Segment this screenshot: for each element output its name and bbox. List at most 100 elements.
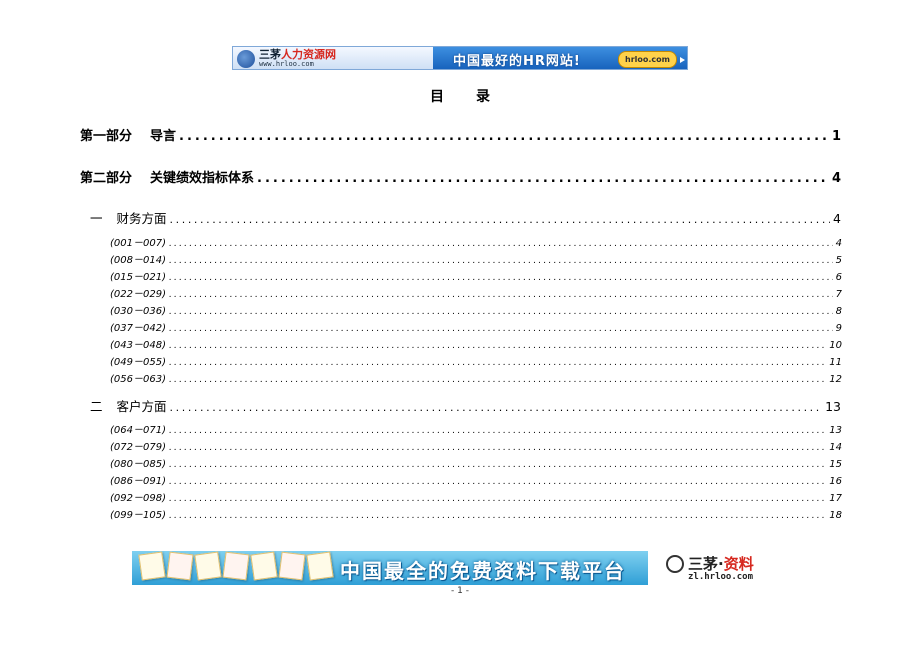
toc-leader-dots xyxy=(169,239,833,249)
toc-entry-page: 18 xyxy=(829,510,842,521)
toc-entry[interactable]: (015－021) 6 xyxy=(110,268,842,283)
toc-entry-label: 二客户方面 xyxy=(90,396,167,415)
toc-entry-label: (064－071) xyxy=(110,421,166,436)
toc-entry[interactable]: (086－091) 16 xyxy=(110,472,842,487)
toc-entry-page: 13 xyxy=(825,399,841,414)
banner-slogan: 中国最好的HR网站! xyxy=(453,54,581,69)
toc-title: 目录 xyxy=(430,89,522,105)
toc-leader-dots xyxy=(169,375,826,385)
toc-entry-page: 17 xyxy=(829,493,842,504)
toc-entry-title: 财务方面 xyxy=(116,211,167,226)
toc-entry-title: (043－048) xyxy=(110,340,166,351)
toc-entry-title: (049－055) xyxy=(110,357,166,368)
toc-entry[interactable]: (030－036) 8 xyxy=(110,302,842,317)
toc-entry-label: (015－021) xyxy=(110,268,166,283)
toc-entry-title: (056－063) xyxy=(110,374,166,385)
toc-entry-page: 5 xyxy=(835,255,842,266)
toc-leader-dots xyxy=(169,443,826,453)
toc-entry[interactable]: (064－071) 13 xyxy=(110,421,842,436)
toc-entry-page: 4 xyxy=(831,171,841,186)
toc-leader-dots xyxy=(169,494,826,504)
toc-leader-dots xyxy=(169,307,833,317)
brand-logo-icon xyxy=(237,49,255,68)
toc-leader-dots xyxy=(169,460,826,470)
brand-logo: 三茅人力资源网 www.hrloo.com xyxy=(237,49,336,68)
toc-entry-label: (008－014) xyxy=(110,251,166,266)
toc-entry[interactable]: (099－105) 18 xyxy=(110,506,842,521)
toc-entry-label: (099－105) xyxy=(110,506,166,521)
banner-slogan-area: 中国最好的HR网站! hrloo.com xyxy=(433,47,687,69)
toc-entry-title: (030－036) xyxy=(110,306,166,317)
toc-entry[interactable]: (008－014) 5 xyxy=(110,251,842,266)
toc-entry-page: 16 xyxy=(829,476,842,487)
toc-entry[interactable]: (080－085) 15 xyxy=(110,455,842,470)
toc-entry-label: (056－063) xyxy=(110,370,166,385)
top-banner-ad[interactable]: 三茅人力资源网 www.hrloo.com 中国最好的HR网站! hrloo.c… xyxy=(232,46,688,70)
toc-entry-title: (008－014) xyxy=(110,255,166,266)
toc-entry[interactable]: (043－048) 10 xyxy=(110,336,842,351)
toc-entry[interactable]: (037－042) 9 xyxy=(110,319,842,334)
toc-entry[interactable]: (092－098) 17 xyxy=(110,489,842,504)
toc-entry-page: 12 xyxy=(829,374,842,385)
toc-entry-label: 第一部分 导言 xyxy=(80,125,176,144)
toc-entry-label: (043－048) xyxy=(110,336,166,351)
toc-leader-dots xyxy=(169,358,826,368)
toc-entry-label: (030－036) xyxy=(110,302,166,317)
toc-entry[interactable]: (022－029) 7 xyxy=(110,285,842,300)
toc-entry[interactable]: (049－055) 11 xyxy=(110,353,842,368)
toc-entry-title: (022－029) xyxy=(110,289,166,300)
zl-logo[interactable]: 三茅·资料 zl.hrloo.com xyxy=(666,551,780,585)
bottom-banner-ad[interactable]: 中国最全的免费资料下载平台 xyxy=(132,551,648,585)
toc-entry-page: 7 xyxy=(835,289,842,300)
document-card-icon xyxy=(278,551,306,581)
toc-entry[interactable]: 一财务方面 4 xyxy=(90,208,841,227)
toc-leader-dots xyxy=(170,401,823,414)
zl-logo-name: 三茅·资料 xyxy=(688,555,754,573)
toc-entry-label: (086－091) xyxy=(110,472,166,487)
document-card-icon xyxy=(222,551,250,581)
toc-entry-page: 14 xyxy=(829,442,842,453)
banner-link-button[interactable]: hrloo.com xyxy=(618,51,677,68)
bottom-banner-slogan: 中国最全的免费资料下载平台 xyxy=(340,559,626,583)
banner-decoration xyxy=(138,551,334,581)
toc-entry[interactable]: (001－007) 4 xyxy=(110,234,842,249)
toc-entry-page: 6 xyxy=(835,272,842,283)
toc-leader-dots xyxy=(169,273,833,283)
brand-name: 三茅人力资源网 xyxy=(259,48,336,61)
toc-entry[interactable]: (056－063) 12 xyxy=(110,370,842,385)
toc-entry[interactable]: (072－079) 14 xyxy=(110,438,842,453)
toc-entry-title: (015－021) xyxy=(110,272,166,283)
document-card-icon xyxy=(138,551,166,581)
toc-entry-title: (064－071) xyxy=(110,425,166,436)
toc-entry[interactable]: 二客户方面 13 xyxy=(90,396,841,415)
toc-leader-dots xyxy=(257,171,829,186)
toc-entry-title: 导言 xyxy=(150,129,177,144)
toc-entry-title: 关键绩效指标体系 xyxy=(150,171,255,186)
toc-entry-title: (099－105) xyxy=(110,510,166,521)
toc-entry-label: 一财务方面 xyxy=(90,208,167,227)
toc-entry-label: (037－042) xyxy=(110,319,166,334)
brand-url: www.hrloo.com xyxy=(259,60,314,68)
document-card-icon xyxy=(194,551,222,581)
toc-entry[interactable]: 第二部分 关键绩效指标体系 4 xyxy=(80,167,841,186)
toc-entry-part: 第一部分 xyxy=(80,129,133,144)
toc-entry-part: 第二部分 xyxy=(80,171,133,186)
toc-entry-part: 一 xyxy=(90,211,103,226)
toc-entry-page: 4 xyxy=(833,211,841,226)
toc-leader-dots xyxy=(179,129,829,144)
toc-entry-page: 4 xyxy=(835,238,842,249)
toc-entry-label: 第二部分 关键绩效指标体系 xyxy=(80,167,254,186)
toc-entry-title: (080－085) xyxy=(110,459,166,470)
toc-entry-title: (001－007) xyxy=(110,238,166,249)
toc-entry-label: (049－055) xyxy=(110,353,166,368)
toc-entry-page: 11 xyxy=(829,357,842,368)
toc-entry-page: 8 xyxy=(835,306,842,317)
toc-leader-dots xyxy=(169,511,826,521)
toc-entry-page: 1 xyxy=(831,129,841,144)
toc-leader-dots xyxy=(169,477,826,487)
toc-entry-title: (072－079) xyxy=(110,442,166,453)
toc-leader-dots xyxy=(169,290,833,300)
toc-entry-label: (092－098) xyxy=(110,489,166,504)
toc-entry[interactable]: 第一部分 导言 1 xyxy=(80,125,841,144)
toc-entry-title: (086－091) xyxy=(110,476,166,487)
